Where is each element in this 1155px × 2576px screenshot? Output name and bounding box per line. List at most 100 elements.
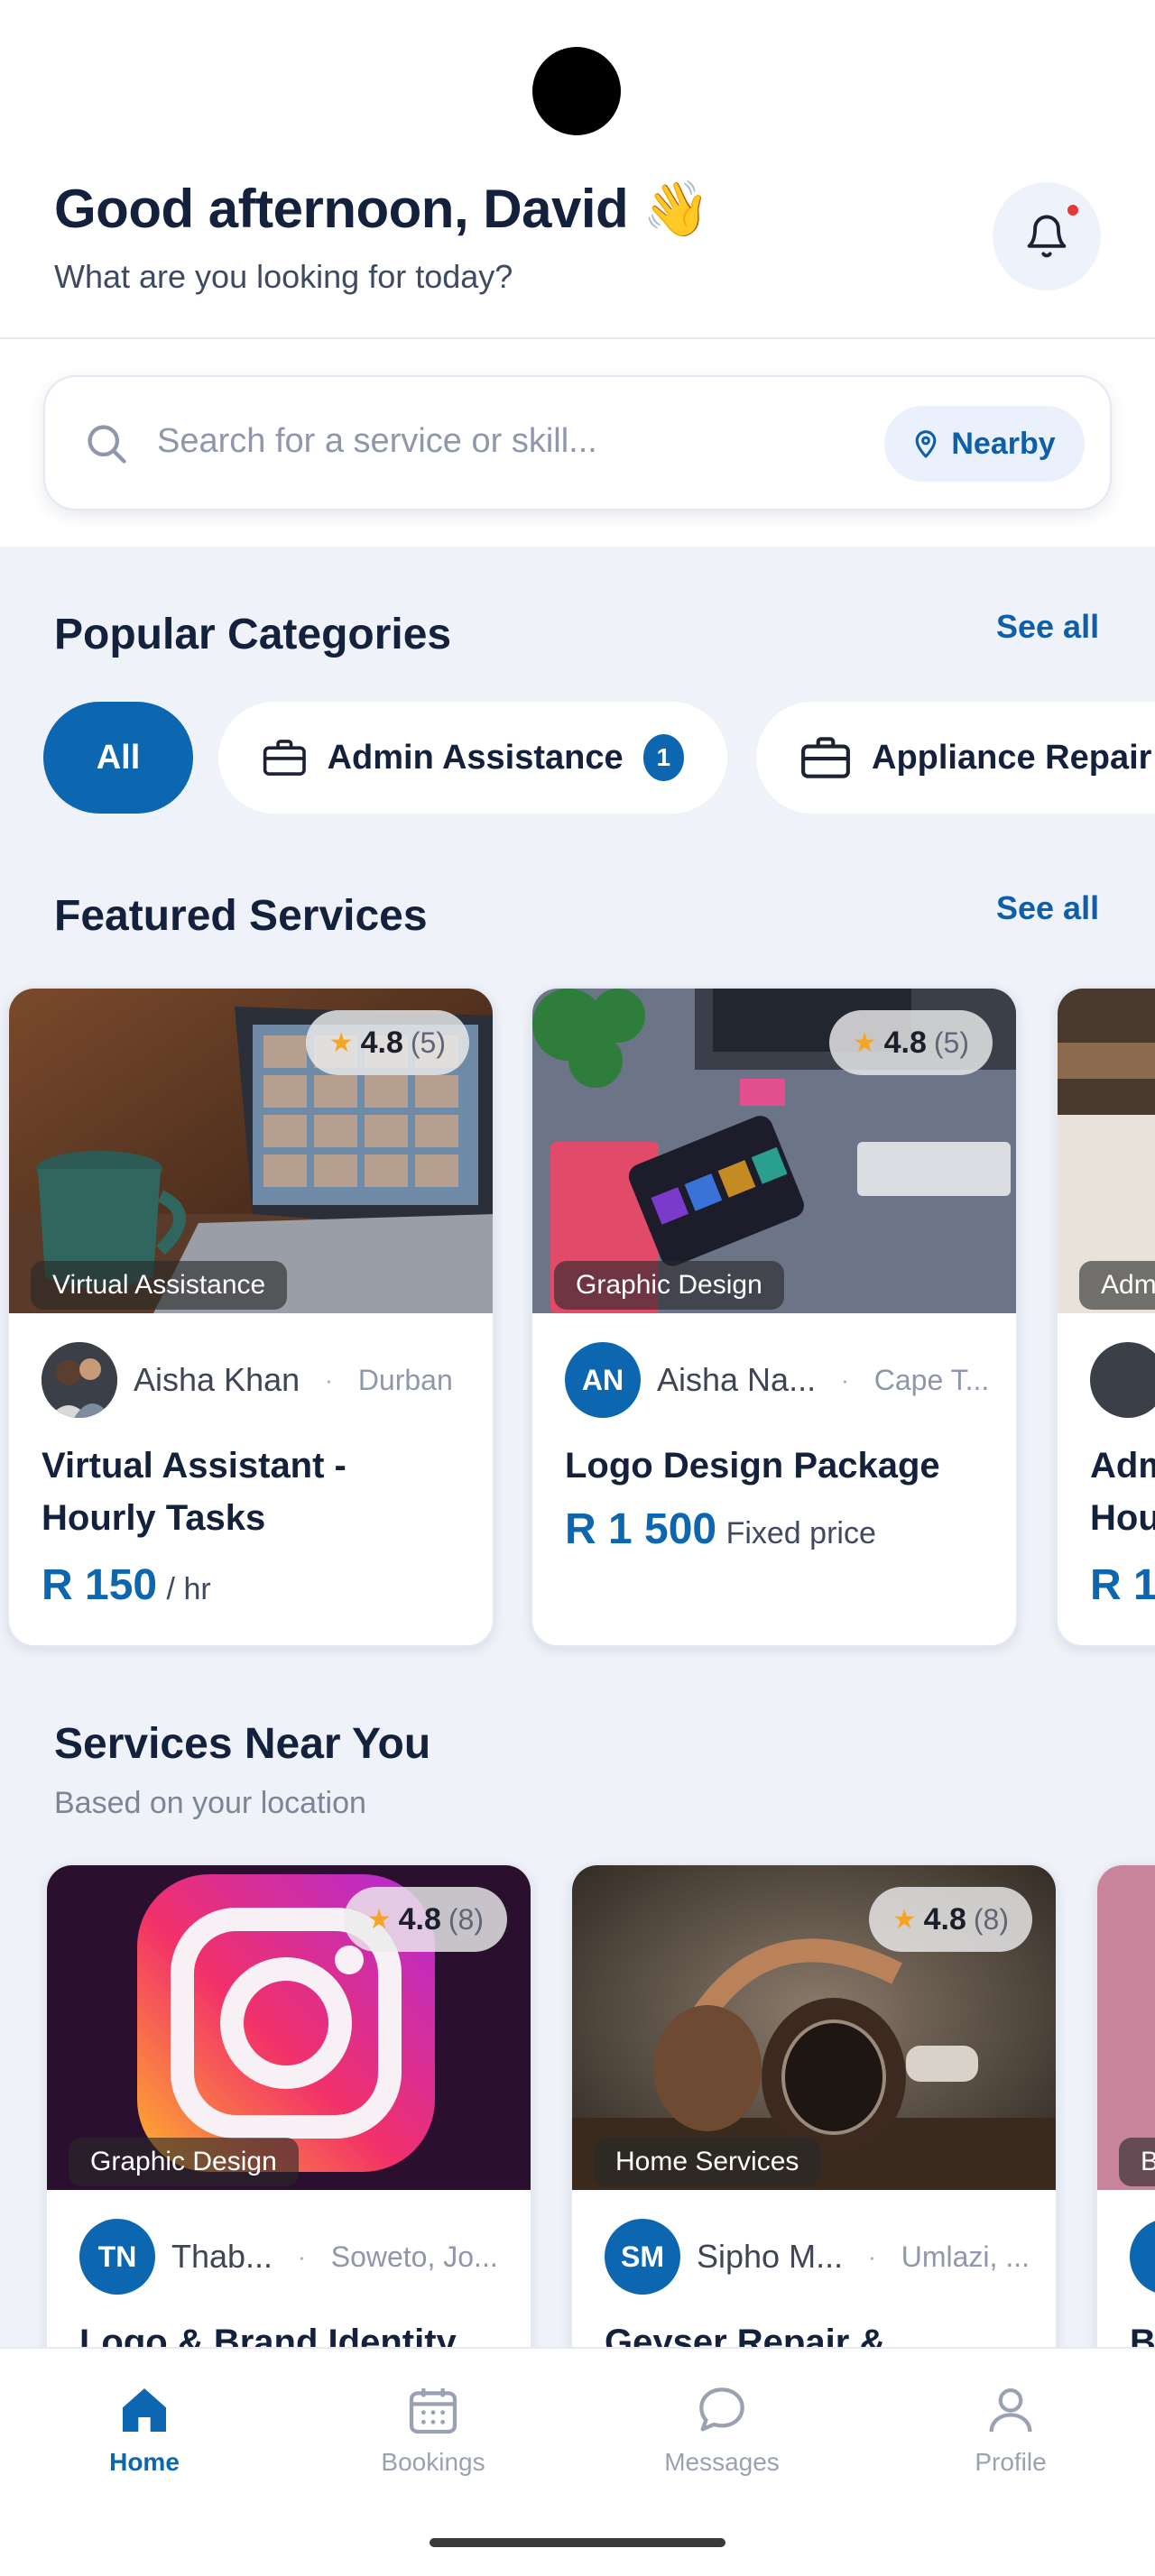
provider-name: Thab...: [171, 2238, 273, 2275]
location-pin-icon: [916, 430, 937, 458]
nav-label: Home: [109, 2448, 180, 2476]
nav-profile[interactable]: Profile: [902, 2381, 1119, 2477]
user-icon: [989, 2388, 1032, 2433]
service-price: R 150 / hr: [42, 1560, 211, 1610]
provider-name: Aisha Na...: [657, 1361, 817, 1398]
category-chip-appliance-repair[interactable]: Appliance Repair: [756, 702, 1155, 814]
chip-count-badge: 1: [642, 734, 684, 781]
provider-row: SM Sipho M... · Umlazi, ...: [605, 2219, 1030, 2295]
nav-label: Profile: [975, 2448, 1047, 2476]
service-price: R 1 500 Fixed price: [565, 1504, 876, 1554]
featured-service-card[interactable]: Adm Adm Hou R 1: [1056, 987, 1155, 1647]
avatar: [42, 1342, 117, 1418]
provider-location: Cape T...: [873, 1363, 990, 1396]
price-amount: R 150: [42, 1561, 158, 1609]
nav-label: Messages: [664, 2448, 780, 2476]
popular-categories-title: Popular Categories: [54, 611, 452, 658]
avatar: [1090, 1342, 1155, 1418]
calendar-icon: [409, 2388, 457, 2434]
chat-icon: [699, 2387, 744, 2432]
search-icon: [88, 425, 126, 464]
service-price: R 1: [1090, 1560, 1155, 1610]
notification-badge: [1065, 202, 1081, 218]
nearby-label: Nearby: [951, 426, 1056, 461]
home-icon: [123, 2388, 166, 2432]
rating-badge: ★ 4.8 (5): [305, 1010, 469, 1075]
header: Good afternoon, David 👋 What are you loo…: [0, 0, 1155, 339]
services-near-you-subtitle: Based on your location: [54, 1786, 366, 1820]
search-bar[interactable]: Search for a service or skill... Nearby: [43, 375, 1112, 511]
provider-name: Sipho M...: [697, 2238, 844, 2275]
category-tag: B: [1119, 2138, 1155, 2186]
separator-dot: ·: [868, 2242, 876, 2270]
category-tag: Graphic Design: [69, 2138, 299, 2186]
provider-name: Aisha Khan: [134, 1361, 300, 1398]
rating-badge: ★ 4.8 (5): [828, 1010, 993, 1075]
provider-row: Z: [1130, 2219, 1155, 2295]
nav-home[interactable]: Home: [36, 2381, 253, 2477]
separator-dot: ·: [298, 2242, 306, 2270]
review-count: (8): [973, 1902, 1009, 1936]
category-tag: Adm: [1079, 1261, 1155, 1310]
star-icon: ★: [328, 1027, 354, 1058]
rating-badge: ★ 4.8 (8): [343, 1887, 507, 1952]
provider-row: AN Aisha Na... · Cape T...: [565, 1342, 989, 1418]
featured-see-all-link[interactable]: See all: [996, 889, 1099, 927]
chip-label: Appliance Repair: [872, 738, 1152, 777]
price-unit: / hr: [166, 1572, 211, 1606]
home-indicator: [430, 2538, 725, 2547]
featured-service-card[interactable]: ★ 4.8 (5) Virtual Assistance Aisha Khan …: [7, 987, 494, 1647]
price-amount: R 1: [1090, 1561, 1155, 1609]
category-chip-all[interactable]: All: [43, 702, 193, 814]
price-unit: Fixed price: [725, 1516, 876, 1550]
home-screen: Good afternoon, David 👋 What are you loo…: [0, 0, 1155, 2576]
featured-services-title: Featured Services: [54, 892, 428, 940]
category-tag: Virtual Assistance: [31, 1261, 288, 1310]
bell-icon: [1027, 215, 1067, 258]
category-tag: Graphic Design: [554, 1261, 784, 1310]
bottom-navigation: Home Bookings Messages Profile: [0, 2347, 1155, 2576]
category-tag: Home Services: [594, 2138, 821, 2186]
avatar: SM: [605, 2219, 680, 2295]
nav-bookings[interactable]: Bookings: [325, 2381, 541, 2477]
services-near-you-title: Services Near You: [54, 1720, 431, 1768]
briefcase-icon: [801, 737, 850, 778]
chip-label: Admin Assistance: [327, 738, 624, 777]
review-count: (5): [410, 1026, 446, 1059]
avatar: TN: [79, 2219, 155, 2295]
avatar: Z: [1130, 2219, 1155, 2295]
featured-service-card[interactable]: ★ 4.8 (5) Graphic Design AN Aisha Na... …: [531, 987, 1018, 1647]
search-input[interactable]: Search for a service or skill...: [157, 422, 597, 461]
service-title: Logo Design Package: [565, 1446, 940, 1486]
greeting-subtitle: What are you looking for today?: [54, 258, 513, 295]
nav-label: Bookings: [381, 2448, 485, 2476]
provider-location: Umlazi, ...: [901, 2240, 1030, 2273]
provider-row: [1090, 1342, 1155, 1418]
avatar: AN: [565, 1342, 641, 1418]
review-count: (8): [448, 1902, 484, 1936]
nav-messages[interactable]: Messages: [614, 2381, 830, 2477]
briefcase-icon: [263, 740, 306, 776]
provider-location: Durban: [357, 1363, 453, 1396]
rating-score: 4.8: [360, 1025, 403, 1060]
star-icon: ★: [892, 1904, 917, 1935]
star-icon: ★: [852, 1027, 877, 1058]
provider-row: TN Thab... · Soweto, Jo...: [79, 2219, 498, 2295]
separator-dot: ·: [325, 1366, 333, 1394]
provider-row: Aisha Khan · Durban: [42, 1342, 453, 1418]
service-title: Virtual Assistant - Hourly Tasks: [42, 1446, 346, 1538]
category-chip-admin-assistance[interactable]: Admin Assistance 1: [218, 702, 727, 814]
search-section: Search for a service or skill... Nearby: [0, 339, 1155, 547]
nearby-button[interactable]: Nearby: [884, 406, 1085, 482]
notifications-button[interactable]: [993, 182, 1101, 290]
separator-dot: ·: [841, 1366, 849, 1394]
provider-location: Soweto, Jo...: [330, 2240, 498, 2273]
price-amount: R 1 500: [565, 1505, 717, 1553]
rating-badge: ★ 4.8 (8): [868, 1887, 1032, 1952]
chip-label: All: [96, 738, 141, 777]
star-icon: ★: [366, 1904, 392, 1935]
rating-score: 4.8: [883, 1025, 927, 1060]
categories-see-all-link[interactable]: See all: [996, 608, 1099, 646]
review-count: (5): [933, 1026, 969, 1059]
camera-cutout: [532, 47, 621, 135]
